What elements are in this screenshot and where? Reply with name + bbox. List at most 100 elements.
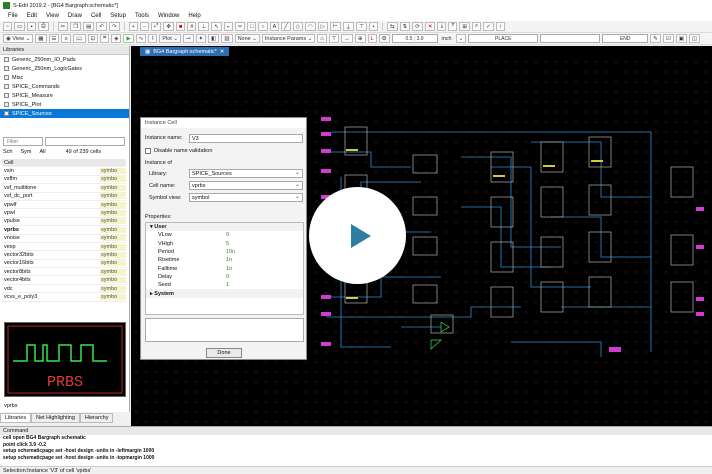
- library-item[interactable]: SPICE_Measure: [0, 91, 129, 100]
- flip-v-icon[interactable]: ⇅: [399, 22, 411, 31]
- place-mode-field[interactable]: PLACE: [468, 34, 539, 43]
- window-icon[interactable]: ▣: [675, 34, 687, 43]
- waveform-icon[interactable]: ⌇: [148, 34, 158, 43]
- label-icon[interactable]: ⊤: [328, 34, 340, 43]
- orient-icon[interactable]: ⊕: [354, 34, 366, 43]
- tab-net-highlighting[interactable]: Net Highlighting: [31, 413, 80, 423]
- cell-row-selected[interactable]: vprbs symbo: [2, 226, 126, 235]
- cursor-icon[interactable]: ↖: [211, 22, 222, 31]
- simulate-icon[interactable]: ∿: [135, 34, 147, 43]
- cell-row[interactable]: vsffm symbo: [2, 176, 126, 185]
- stop-icon[interactable]: ■: [176, 22, 186, 31]
- new-icon[interactable]: ▫: [3, 22, 12, 31]
- zoom-in-icon[interactable]: +: [128, 22, 138, 31]
- wire-icon[interactable]: ⌐: [223, 22, 234, 31]
- play-button[interactable]: [309, 187, 406, 284]
- cell-row[interactable]: vector4bits symbo: [2, 276, 126, 285]
- push-into-icon[interactable]: ⤓: [437, 22, 447, 31]
- line-icon[interactable]: ╱: [281, 22, 291, 31]
- symbol-icon[interactable]: ◈: [111, 34, 122, 43]
- cell-row[interactable]: vpulse symbo: [2, 218, 126, 227]
- align-icon[interactable]: ≡: [61, 34, 71, 43]
- cell-row[interactable]: vector32bits symbo: [2, 251, 126, 260]
- net-label-icon[interactable]: ⊢: [329, 22, 341, 31]
- close-tab-icon[interactable]: ✕: [220, 49, 225, 55]
- port-icon[interactable]: ▷: [317, 22, 328, 31]
- open-icon[interactable]: ▭: [14, 22, 26, 31]
- circle-icon[interactable]: ○: [258, 22, 268, 31]
- library-item[interactable]: SPICE_Commands: [0, 82, 129, 91]
- menu-view[interactable]: View: [46, 13, 59, 19]
- find-icon[interactable]: ⌕: [472, 22, 482, 31]
- check-icon[interactable]: ✓: [483, 22, 494, 31]
- description-box[interactable]: [145, 318, 304, 342]
- cell-row[interactable]: vdc symbo: [2, 285, 126, 294]
- cut-icon[interactable]: ✂: [57, 22, 69, 31]
- vdd-icon[interactable]: ⊤: [356, 22, 367, 31]
- tag-icon[interactable]: ⌂: [317, 34, 327, 43]
- library-icon[interactable]: 📖: [72, 34, 86, 43]
- property-value[interactable]: 0: [226, 232, 229, 238]
- done-button[interactable]: Done: [206, 348, 242, 358]
- marker-icon[interactable]: ✦: [195, 34, 207, 43]
- tab-sym[interactable]: Sym: [20, 149, 31, 155]
- hierarchy-icon[interactable]: ⊞: [459, 22, 471, 31]
- arc-icon[interactable]: ◠: [304, 22, 316, 31]
- plot-dropdown[interactable]: Plot ⌄: [159, 34, 181, 43]
- bus-icon[interactable]: ═: [235, 22, 245, 31]
- user-group-row[interactable]: ▾ User: [146, 223, 303, 232]
- end-mode-field[interactable]: END: [602, 34, 649, 43]
- none-dropdown[interactable]: None ⌄: [234, 34, 260, 43]
- cell-row[interactable]: vpwlf symbo: [2, 201, 126, 210]
- cell-row[interactable]: vsf_multitone symbo: [2, 184, 126, 193]
- filter-input[interactable]: [45, 137, 125, 146]
- property-row[interactable]: Delay 0: [146, 273, 303, 281]
- tab-all[interactable]: All: [39, 149, 45, 155]
- polygon-icon[interactable]: ◇: [292, 22, 303, 31]
- layer-icon[interactable]: ▥: [221, 34, 233, 43]
- run-icon[interactable]: ▶: [123, 34, 134, 43]
- cell-row[interactable]: vexp symbo: [2, 243, 126, 252]
- properties-icon[interactable]: ☰: [48, 34, 60, 43]
- disable-validation-checkbox[interactable]: [145, 148, 151, 154]
- print-icon[interactable]: ⎙: [38, 22, 49, 31]
- grid-icon[interactable]: #: [187, 22, 197, 31]
- property-row[interactable]: Risetime 1n: [146, 256, 303, 264]
- cell-name-select[interactable]: vprbs: [189, 181, 303, 190]
- check-mark-icon[interactable]: ☑: [662, 34, 674, 43]
- coordinate-field[interactable]: 0.5 ; 3.9: [391, 34, 438, 43]
- cell-row[interactable]: vsin symbo: [2, 167, 126, 176]
- redo-icon[interactable]: ↷: [108, 22, 120, 31]
- junction-icon[interactable]: •: [368, 22, 378, 31]
- library-item-selected[interactable]: SPICE_Sources: [0, 109, 129, 118]
- library-item[interactable]: SPICE_Plot: [0, 100, 129, 109]
- library-item[interactable]: Generic_250nm_LogicGates: [0, 64, 129, 73]
- document-tab[interactable]: ▦ BG4 Bargraph:schematic* ✕: [140, 47, 230, 56]
- mode-field[interactable]: [540, 34, 601, 43]
- cell-row[interactable]: vpwl symbo: [2, 209, 126, 218]
- units-dropdown-icon[interactable]: ⌄: [455, 34, 467, 43]
- tab-libraries[interactable]: Libraries: [0, 413, 32, 423]
- probe-icon[interactable]: ⊸: [182, 34, 194, 43]
- text-icon[interactable]: A: [269, 22, 280, 31]
- library-select[interactable]: SPICE_Sources: [189, 169, 303, 178]
- tab-sch[interactable]: Sch: [3, 149, 12, 155]
- library-item[interactable]: Misc: [0, 73, 129, 82]
- save-icon[interactable]: ▪: [27, 22, 37, 31]
- menu-setup[interactable]: Setup: [110, 13, 126, 19]
- cell-row[interactable]: vsf_dc_port symbo: [2, 193, 126, 201]
- menu-edit[interactable]: Edit: [27, 13, 37, 19]
- layout-icon[interactable]: ▦: [35, 34, 47, 43]
- property-row[interactable]: Falltime 1n: [146, 264, 303, 272]
- tab-hierarchy[interactable]: Hierarchy: [79, 413, 114, 423]
- cell-row[interactable]: vnoise symbo: [2, 235, 126, 243]
- property-row[interactable]: VLow 0: [146, 231, 303, 239]
- instance-icon[interactable]: ⊡: [87, 34, 99, 43]
- ruler-icon[interactable]: ⊥: [198, 22, 210, 31]
- property-value[interactable]: 10n: [226, 249, 235, 255]
- info-icon[interactable]: i: [495, 22, 505, 31]
- instance-params-dropdown[interactable]: Instance Params ⌄: [261, 34, 316, 43]
- menu-tools[interactable]: Tools: [135, 13, 149, 19]
- zoom-fit-icon[interactable]: ⤢: [151, 22, 162, 31]
- view-dropdown[interactable]: ◉ View ⌄: [3, 34, 34, 43]
